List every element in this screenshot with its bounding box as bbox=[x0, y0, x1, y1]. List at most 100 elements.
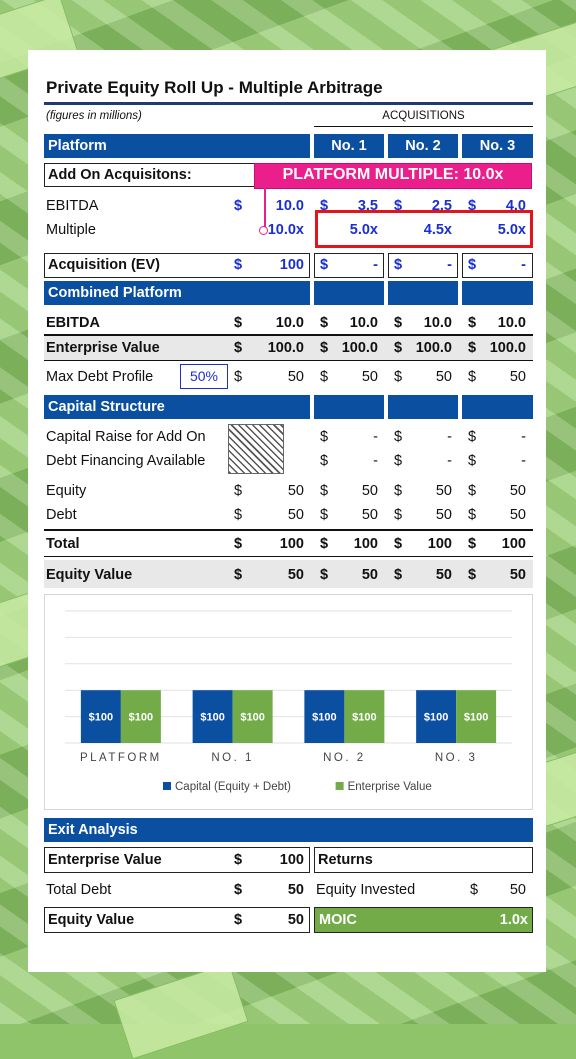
combined-bar-no1 bbox=[314, 281, 384, 305]
equity-value-no2: 50 bbox=[435, 567, 452, 583]
total-label: Total bbox=[46, 536, 80, 552]
enterprise-value-top-rule bbox=[44, 334, 533, 336]
capital-bar-no1 bbox=[314, 395, 384, 419]
debt-currency: $ bbox=[234, 507, 243, 523]
max-debt-pct-input[interactable]: 50% bbox=[180, 364, 228, 389]
equity-value-no2-currency: $ bbox=[394, 567, 403, 583]
max-debt-label: Max Debt Profile bbox=[46, 369, 154, 385]
ebitda-platform[interactable]: 10.0 bbox=[254, 196, 304, 216]
chart-category-label: NO. 1 bbox=[211, 752, 254, 764]
combined-ev-no3-currency: $ bbox=[468, 340, 477, 356]
combined-platform-header: Combined Platform bbox=[44, 281, 310, 305]
acq-ev-label: Acquisition (EV) bbox=[48, 257, 160, 273]
total-no2-currency: $ bbox=[394, 536, 403, 552]
equity-value-currency: $ bbox=[234, 567, 243, 583]
equity-no1-currency: $ bbox=[320, 483, 329, 499]
legend-label: Capital (Equity + Debt) bbox=[175, 781, 291, 793]
equity-invested-value: 50 bbox=[509, 882, 526, 898]
combined-ev-no3: 100.0 bbox=[489, 340, 526, 356]
acq-ev-no3-currency: $ bbox=[468, 257, 477, 273]
debt-no1-currency: $ bbox=[320, 507, 329, 523]
total-no1-currency: $ bbox=[320, 536, 329, 552]
chart-data-label: $100 bbox=[200, 712, 224, 724]
combined-ebitda-no1: 10.0 bbox=[349, 315, 378, 331]
total-no2: 100 bbox=[427, 536, 452, 552]
equity-label: Equity bbox=[46, 483, 87, 499]
equity-no2-currency: $ bbox=[394, 483, 403, 499]
combined-bar-no2 bbox=[388, 281, 458, 305]
debt-financing-no1: - bbox=[373, 453, 378, 469]
chart-canvas: $100 $100 PLATFORM $100 $100 NO. 1 $100 $100 NO.… bbox=[65, 610, 512, 793]
page-title: Private Equity Roll Up - Multiple Arbitr… bbox=[46, 78, 383, 97]
capital-raise-no2: - bbox=[447, 429, 452, 445]
equity-value-no1-currency: $ bbox=[320, 567, 329, 583]
moic-value: 1.0x bbox=[499, 912, 528, 928]
chart-data-label: $100 bbox=[464, 712, 488, 724]
multiple-no3[interactable]: 5.0x bbox=[476, 220, 526, 240]
multiple-label: Multiple bbox=[46, 222, 96, 238]
chart-data-label: $100 bbox=[424, 712, 448, 724]
col-header-no3: No. 3 bbox=[462, 134, 533, 158]
equity-invested-label: Equity Invested bbox=[316, 882, 416, 898]
spreadsheet-panel: Private Equity Roll Up - Multiple Arbitr… bbox=[28, 50, 546, 972]
exit-equity-currency: $ bbox=[234, 912, 243, 928]
acq-ev-no1-currency: $ bbox=[320, 257, 329, 273]
equity-value-no3-currency: $ bbox=[468, 567, 477, 583]
exit-ev-currency: $ bbox=[234, 852, 243, 868]
exit-equity-label: Equity Value bbox=[48, 912, 135, 928]
debt-financing-no2: - bbox=[447, 453, 452, 469]
equity-no1: 50 bbox=[361, 483, 378, 499]
exit-equity-value: 50 bbox=[287, 912, 304, 928]
capital-structure-header: Capital Structure bbox=[44, 395, 310, 419]
equity-no3-currency: $ bbox=[468, 483, 477, 499]
combined-ebitda-no3: 10.0 bbox=[497, 315, 526, 331]
multiple-platform[interactable]: 10.0x bbox=[254, 220, 304, 240]
chart-data-label: $100 bbox=[312, 712, 336, 724]
capital-raise-no1: - bbox=[373, 429, 378, 445]
debt-financing-no2-currency: $ bbox=[394, 453, 403, 469]
legend-swatch bbox=[163, 782, 171, 790]
units-note: (figures in millions) bbox=[46, 110, 142, 122]
combined-ebitda-no2-currency: $ bbox=[394, 315, 403, 331]
total-no3-currency: $ bbox=[468, 536, 477, 552]
returns-label: Returns bbox=[318, 852, 373, 868]
total-debt-value: 50 bbox=[287, 882, 304, 898]
chart-data-label: $100 bbox=[129, 712, 153, 724]
equity-no2: 50 bbox=[435, 483, 452, 499]
multiple-no1[interactable]: 5.0x bbox=[328, 220, 378, 240]
title-underline bbox=[44, 102, 533, 105]
capital-raise-label: Capital Raise for Add On bbox=[46, 429, 206, 445]
combined-ev-no2: 100.0 bbox=[415, 340, 452, 356]
equity-value-no3: 50 bbox=[509, 567, 526, 583]
total-debt-currency: $ bbox=[234, 882, 243, 898]
acquisitions-rule bbox=[314, 126, 533, 127]
debt-no3-currency: $ bbox=[468, 507, 477, 523]
total-no1: 100 bbox=[353, 536, 378, 552]
debt-no3: 50 bbox=[509, 507, 526, 523]
exit-analysis-header: Exit Analysis bbox=[44, 818, 533, 842]
combined-ev-no2-currency: $ bbox=[394, 340, 403, 356]
combined-ebitda-currency: $ bbox=[234, 315, 243, 331]
combined-ebitda-no2: 10.0 bbox=[423, 315, 452, 331]
combined-ebitda-no1-currency: $ bbox=[320, 315, 329, 331]
debt-financing-no3-currency: $ bbox=[468, 453, 477, 469]
debt-no2: 50 bbox=[435, 507, 452, 523]
total-currency: $ bbox=[234, 536, 243, 552]
acq-ev-platform: 100 bbox=[279, 257, 304, 273]
ebitda-currency: $ bbox=[234, 198, 243, 214]
capital-vs-ev-chart: $100 $100 PLATFORM $100 $100 NO. 1 $100 $100 NO.… bbox=[44, 594, 533, 810]
multiple-no2[interactable]: 4.5x bbox=[402, 220, 452, 240]
equity-no3: 50 bbox=[509, 483, 526, 499]
capital-raise-no2-currency: $ bbox=[394, 429, 403, 445]
equity-platform: 50 bbox=[287, 483, 304, 499]
combined-ev-label: Enterprise Value bbox=[46, 340, 160, 356]
total-no3: 100 bbox=[501, 536, 526, 552]
chart-category-label: NO. 3 bbox=[435, 752, 478, 764]
total-debt-label: Total Debt bbox=[46, 882, 112, 898]
col-header-no1: No. 1 bbox=[314, 134, 384, 158]
moic-cell: MOIC 1.0x bbox=[314, 907, 533, 933]
max-debt-no2-currency: $ bbox=[394, 369, 403, 385]
capital-bar-no2 bbox=[388, 395, 458, 419]
debt-financing-label: Debt Financing Available bbox=[46, 453, 206, 469]
platform-multiple-callout: PLATFORM MULTIPLE: 10.0x bbox=[254, 163, 532, 189]
